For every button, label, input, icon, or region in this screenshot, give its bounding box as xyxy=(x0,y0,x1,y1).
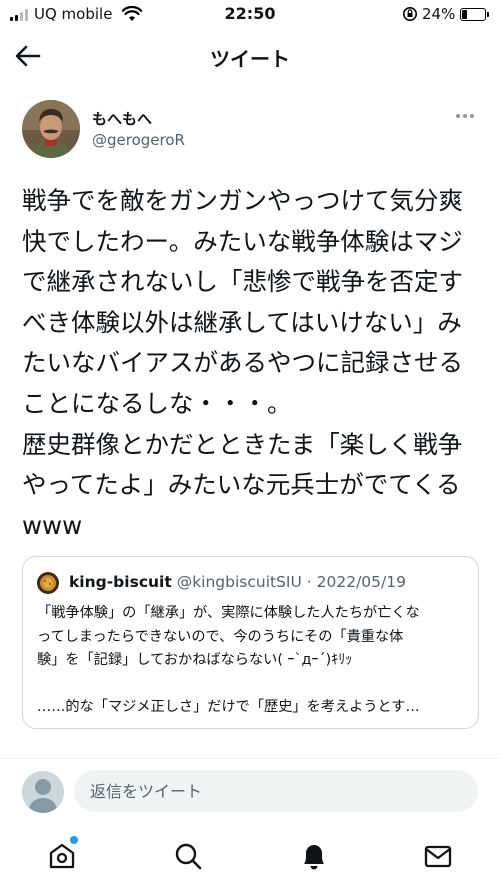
reply-input[interactable] xyxy=(74,770,478,812)
tweet-text: 戦争でを敵をガンガンやっつけて気分爽 快でしたわー。みたいな戦争体験はマジ で継… xyxy=(22,186,463,540)
quoted-tweet-header: king-biscuit @kingbiscuitSIU · 2022/05/1… xyxy=(69,573,406,591)
battery-percent: 24% xyxy=(422,5,456,23)
quoted-author-handle-date: @kingbiscuitSIU · 2022/05/19 xyxy=(176,573,406,591)
notifications-icon[interactable] xyxy=(298,840,330,872)
author-avatar[interactable] xyxy=(22,100,80,158)
quoted-tweet-card[interactable]: king-biscuit @kingbiscuitSIU · 2022/05/1… xyxy=(22,556,479,729)
notification-dot xyxy=(70,836,78,844)
orientation-lock-icon xyxy=(403,7,417,21)
top-bar: ツイート xyxy=(0,30,500,84)
quoted-author-name: king-biscuit xyxy=(69,573,172,591)
battery-icon xyxy=(460,8,489,21)
quoted-tweet-text: 「戦争体験」の「継承」が、実際に体験した人たちが亡くな ってしまったらできないの… xyxy=(37,605,420,715)
author-display-name[interactable]: もへもへ xyxy=(92,108,152,129)
bottom-nav xyxy=(0,826,500,889)
more-options-icon[interactable] xyxy=(456,110,478,122)
author-handle[interactable]: @gerogeroR xyxy=(92,131,185,149)
messages-icon[interactable] xyxy=(422,840,454,872)
user-avatar xyxy=(22,771,64,813)
status-bar: UQ mobile 22:50 24% xyxy=(0,0,500,30)
home-icon[interactable] xyxy=(46,840,78,872)
divider xyxy=(0,758,500,759)
quoted-author-avatar xyxy=(37,572,59,594)
search-icon[interactable] xyxy=(172,840,204,872)
page-title: ツイート xyxy=(210,47,290,71)
